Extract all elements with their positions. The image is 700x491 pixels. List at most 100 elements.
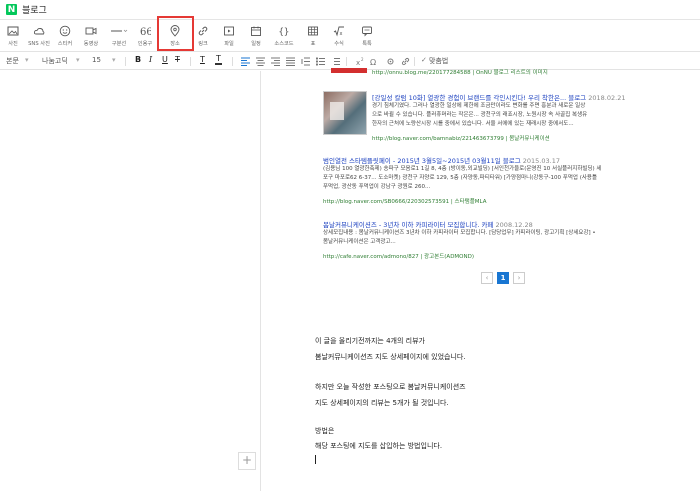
photo-icon (7, 26, 19, 36)
chevron-down-icon: ▾ (76, 56, 80, 64)
paragraph-style-select[interactable]: 본문 (6, 56, 19, 66)
result-description: 경기 침체기였다. 그러나 열광한 일상에 제한에 조금만이라도 변화를 주면 … (372, 103, 588, 127)
result-url[interactable]: http://blog.naver.com/SB0666/22030257359… (323, 197, 486, 205)
toolbar-label: 사진 (8, 41, 18, 47)
table-icon (308, 26, 318, 36)
toolbar-label: 소스코드 (274, 41, 294, 47)
list-icon[interactable] (316, 57, 325, 66)
formula-icon: x (333, 26, 344, 37)
body-paragraph[interactable]: 하지만 오늘 작성한 포스팅으로 봄날커뮤니케이션즈 (315, 382, 466, 392)
result-title[interactable]: 봄날커뮤니케이션즈 - 3년차 이하 카피라이터 모집합니다. 카페 2008.… (323, 219, 533, 229)
toolbar-file-button[interactable]: 파일 (216, 24, 242, 50)
toolbar-label: 파일 (224, 41, 234, 47)
add-component-button[interactable]: + (238, 452, 256, 470)
body-paragraph[interactable]: 봄날커뮤니케이션즈 지도 상세페이지에 있었습니다. (315, 352, 466, 362)
image-thumbnail-strip (331, 68, 367, 73)
svg-text:66: 66 (140, 27, 151, 37)
result-thumbnail (323, 91, 367, 135)
left-sidebar-pane (0, 71, 261, 491)
align-left-icon[interactable] (241, 57, 250, 66)
toolbar-label: 스티커 (57, 41, 73, 47)
toolbar-table-button[interactable]: 표 (300, 24, 326, 50)
italic-button[interactable]: I (149, 55, 152, 64)
spellcheck-button[interactable]: 맞춤법 (429, 56, 448, 66)
naver-logo: N (6, 4, 17, 15)
toolbar-sticker-button[interactable]: 스티커 (52, 24, 78, 50)
svg-text:x: x (340, 31, 343, 37)
current-page-button[interactable]: 1 (497, 272, 509, 284)
separator (232, 57, 233, 66)
toolbar-label: 인용구 (137, 41, 153, 47)
font-color-button[interactable]: T (200, 55, 205, 64)
text-cursor (315, 455, 316, 464)
svg-text:Ω: Ω (370, 58, 376, 66)
font-family-select[interactable]: 나눔고딕 (42, 56, 68, 66)
line-spacing-icon[interactable] (301, 57, 310, 66)
align-right-icon[interactable] (271, 57, 280, 66)
file-icon (224, 26, 234, 36)
underline-button[interactable]: U (162, 55, 168, 64)
link-icon (198, 26, 208, 36)
separator (414, 57, 415, 66)
result-description: 상세모집내용 : 봄날커뮤니케이션즈 3년차 이하 카피라이터 모집합니다. [… (323, 230, 596, 245)
toolbar-video-button[interactable]: 동영상 (78, 24, 104, 50)
insert-toolbar: 사진 SNS 사진 스티커 동영상 구분선 66 인용구 장소 링크 파일 일정… (0, 21, 700, 52)
calendar-icon (251, 26, 261, 36)
toolbar-quote-button[interactable]: 66 인용구 (132, 24, 158, 50)
superscript-icon[interactable]: x2 (356, 57, 365, 66)
check-icon: ✓ (421, 56, 427, 64)
talk-icon (362, 26, 372, 37)
cloud-icon (33, 27, 45, 35)
toolbar-code-button[interactable]: {} 소스코드 (271, 24, 297, 50)
font-size-select[interactable]: 15 (92, 56, 101, 64)
link-icon[interactable] (401, 57, 410, 66)
quote-icon: 66 (140, 27, 151, 37)
result-title[interactable]: [강일성 칼럼 10화] 열광한 경험이 브랜드를 각인시킨다! 우리 착한은.… (372, 92, 625, 102)
body-paragraph[interactable]: 이 글을 올리기전까지는 4개의 리뷰가 (315, 336, 425, 346)
toolbar-label: 수식 (334, 41, 344, 47)
chevron-down-icon: ▾ (112, 56, 116, 64)
result-description: (김용님 100 열광한축제) 송파구 모음로1 1길 8, 4층 (방이동,외… (323, 166, 602, 190)
align-center-icon[interactable] (256, 57, 265, 66)
sticker-icon (59, 25, 71, 37)
toolbar-photo-button[interactable]: 사진 (0, 24, 26, 50)
body-paragraph[interactable]: 지도 상세페이지의 리뷰는 5개가 될 것입니다. (315, 398, 449, 408)
toolbar-sns-photo-button[interactable]: SNS 사진 (26, 24, 52, 50)
svg-text:x: x (356, 59, 360, 66)
separator (190, 57, 191, 66)
background-color-button[interactable]: T (215, 55, 222, 65)
svg-text:2: 2 (361, 57, 364, 62)
toolbar-label: 일정 (251, 41, 261, 47)
body-paragraph[interactable]: 해당 포스팅에 지도를 삽입하는 방법입니다. (315, 441, 442, 451)
toolbar-formula-button[interactable]: x 수식 (326, 24, 352, 50)
result-url[interactable]: http://onnu.blog.me/220177284588 | OnNU … (372, 68, 548, 76)
next-page-button[interactable]: › (513, 272, 525, 284)
bold-button[interactable]: B (135, 55, 141, 64)
toolbar-label: 구분선 (111, 41, 127, 47)
toolbar-talk-button[interactable]: 톡톡 (354, 24, 380, 50)
toolbar-label: 표 (310, 41, 316, 47)
result-title[interactable]: 범인열전 스타템플릿페이 - 2015년 3월5일~2015년 03월11일 블… (323, 155, 560, 165)
special-char-icon[interactable]: Ω (370, 57, 379, 66)
align-justify-icon[interactable] (286, 57, 295, 66)
toolbar-label: 링크 (198, 41, 208, 47)
toolbar-divider-button[interactable]: 구분선 (106, 24, 132, 50)
toolbar-calendar-button[interactable]: 일정 (243, 24, 269, 50)
numbered-list-icon[interactable] (331, 57, 340, 66)
toolbar-label: 톡톡 (362, 41, 372, 47)
result-url[interactable]: http://cafe.naver.com/admono/827 | 광고본드(… (323, 252, 474, 260)
place-button-highlight (157, 16, 194, 51)
chevron-down-icon: ▾ (25, 56, 29, 64)
app-title: 블로그 (22, 6, 47, 16)
result-url[interactable]: http://blog.naver.com/bamnabiz/221463673… (372, 134, 550, 142)
title-bar: N 블로그 (0, 0, 700, 20)
code-icon: {} (279, 28, 290, 38)
settings-icon[interactable] (386, 57, 395, 66)
separator (125, 57, 126, 66)
prev-page-button[interactable]: ‹ (481, 272, 493, 284)
separator (346, 57, 347, 66)
strikethrough-button[interactable]: T (175, 55, 180, 64)
body-paragraph[interactable]: 방법은 (315, 426, 334, 436)
pagination: ‹ 1 › (481, 272, 525, 284)
video-icon (85, 27, 97, 35)
